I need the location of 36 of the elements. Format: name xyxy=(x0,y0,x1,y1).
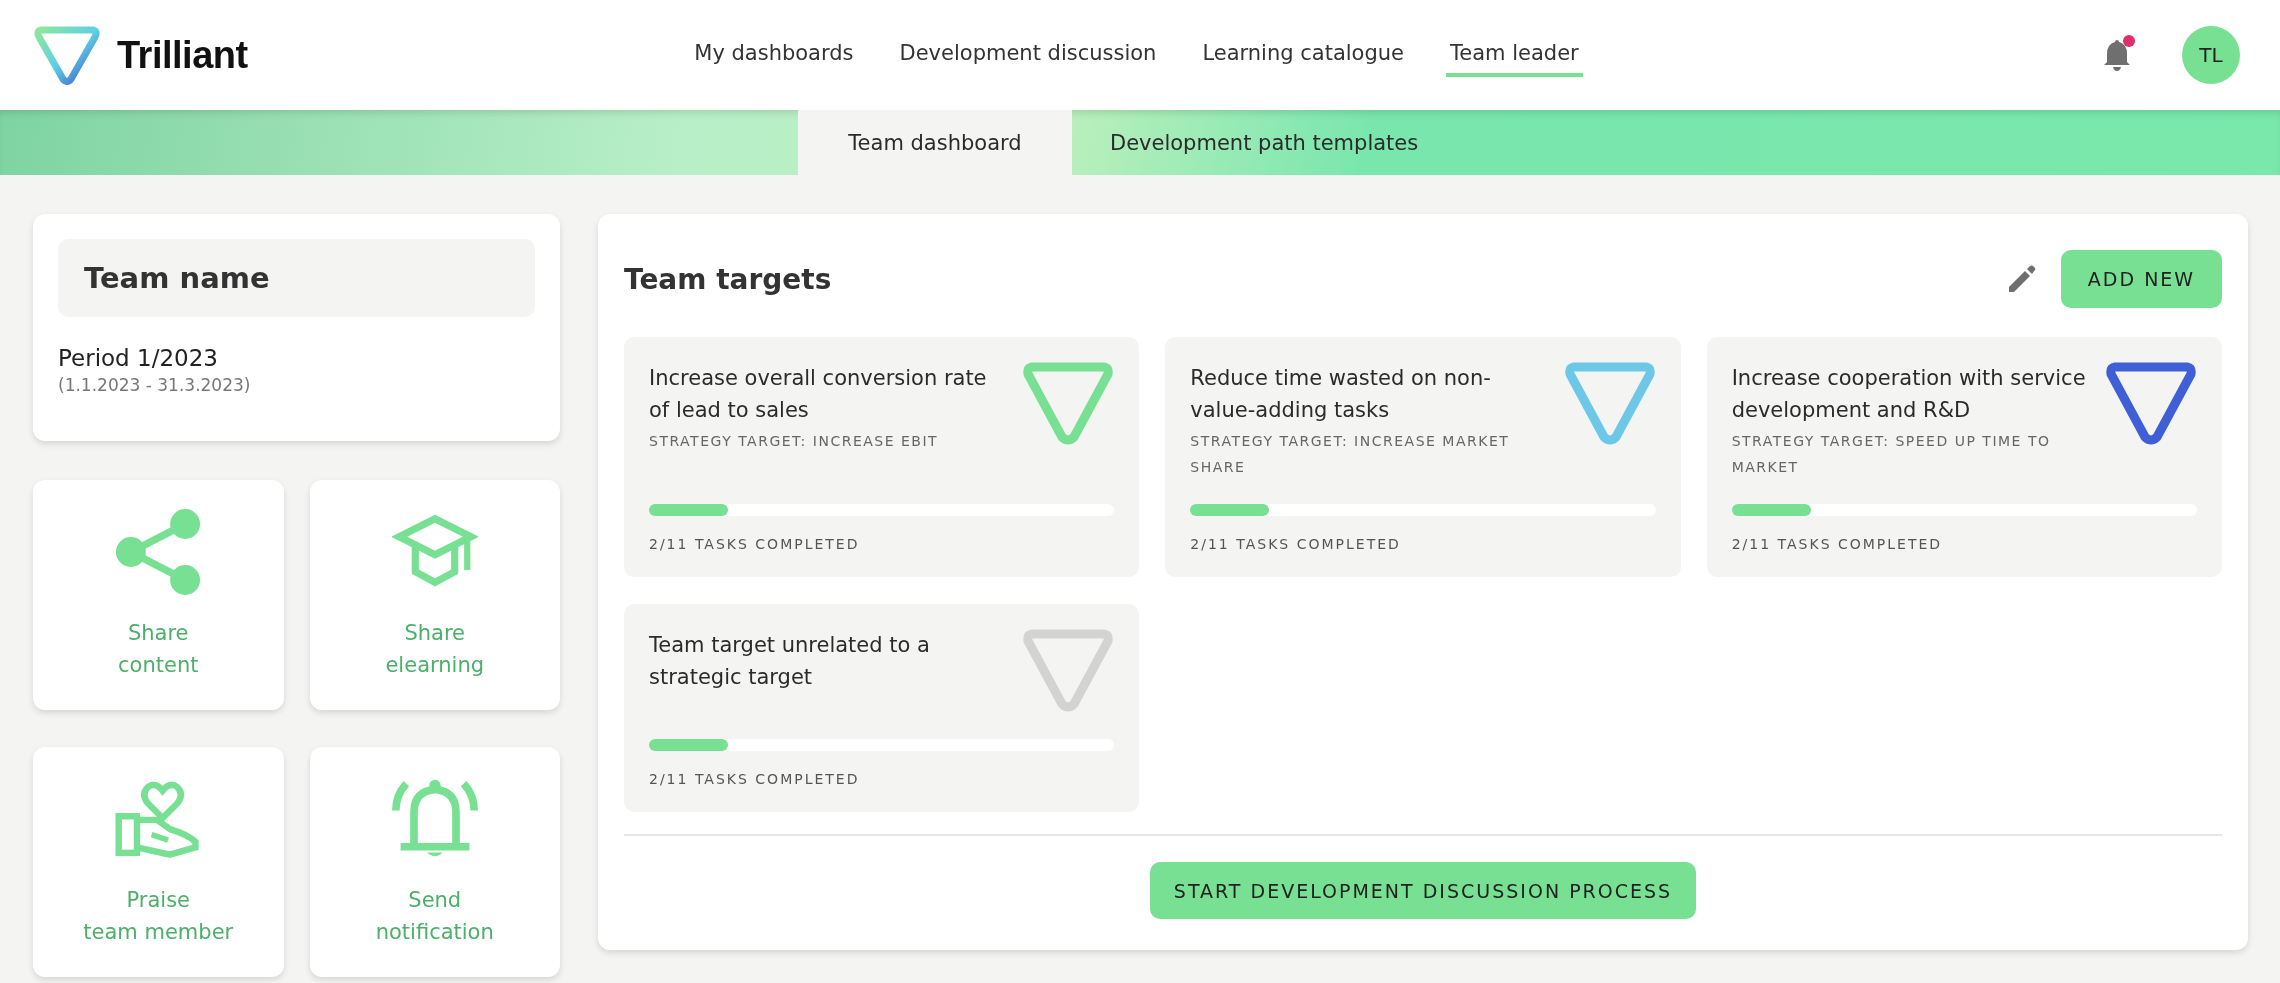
strategy-label: STRATEGY TARGET: INCREASE MARKET SHARE xyxy=(1190,432,1511,477)
progress-label: 2/11 TASKS COMPLETED xyxy=(649,536,861,552)
strategy-label: STRATEGY TARGET: SPEED UP TIME TO MARKET xyxy=(1731,432,2052,477)
target-title: Reduce time wasted on non-value-adding tasks xyxy=(1190,365,1492,424)
nav-link[interactable]: Learning catalogue xyxy=(1198,33,1409,77)
add-new-button[interactable]: ADD NEW xyxy=(2061,250,2222,308)
period-label: Period 1/2023 xyxy=(58,345,219,371)
progress-label: 2/11 TASKS COMPLETED xyxy=(649,771,861,787)
progress-label: 2/11 TASKS COMPLETED xyxy=(1731,536,1944,552)
panel-title: Team targets xyxy=(624,262,832,296)
target-card[interactable]: Reduce time wasted on non-value-adding tasks STRATEGY TARGET: INCREASE MARKET SHARE 2/11 TASKS COMPLETED xyxy=(1165,337,1681,577)
target-title: Increase overall conversion rate of lead to sales xyxy=(649,365,988,424)
subnav-tab[interactable]: Team dashboard xyxy=(798,110,1072,175)
start-process-button[interactable]: START DEVELOPMENT DISCUSSION PROCESS xyxy=(1149,862,1697,919)
target-card[interactable]: Team target unrelated to a strategic target 2/11 TASKS COMPLETED xyxy=(624,604,1140,812)
period-dates: (1.1.2023 - 31.3.2023) xyxy=(58,375,252,395)
avatar[interactable]: TL xyxy=(2182,26,2240,84)
target-title: Increase cooperation with service development and R&D xyxy=(1731,365,2087,424)
share-icon xyxy=(115,509,202,595)
logo-icon xyxy=(33,24,101,86)
subnav-tab[interactable]: Development path templates xyxy=(1072,110,1457,175)
logo-text: Trilliant xyxy=(117,33,248,77)
nav-link[interactable]: My dashboards xyxy=(690,33,858,77)
team-name: Team name xyxy=(58,239,535,317)
target-card[interactable]: Increase overall conversion rate of lead to sales STRATEGY TARGET: INCREASE EBIT 2/11 TASKS COMPLETED xyxy=(624,337,1140,577)
tile-label: Send notification xyxy=(375,887,494,946)
target-card[interactable]: Increase cooperation with service development and R&D STRATEGY TARGET: SPEED UP TIME TO MARKET 2/11 TASKS COMPLETED xyxy=(1706,337,2222,577)
progress-label: 2/11 TASKS COMPLETED xyxy=(1190,536,1402,552)
bell-icon[interactable] xyxy=(2102,38,2132,72)
tile-label: Share content xyxy=(118,620,199,679)
strategy-label: STRATEGY TARGET: INCREASE EBIT xyxy=(649,432,940,451)
tile-label: Share elearning xyxy=(385,620,485,679)
nav-link[interactable]: Development discussion xyxy=(895,33,1161,77)
target-title: Team target unrelated to a strategic target xyxy=(649,632,931,691)
tile-label: Praise team member xyxy=(83,887,234,946)
nav-link[interactable]: Team leader xyxy=(1446,33,1583,77)
